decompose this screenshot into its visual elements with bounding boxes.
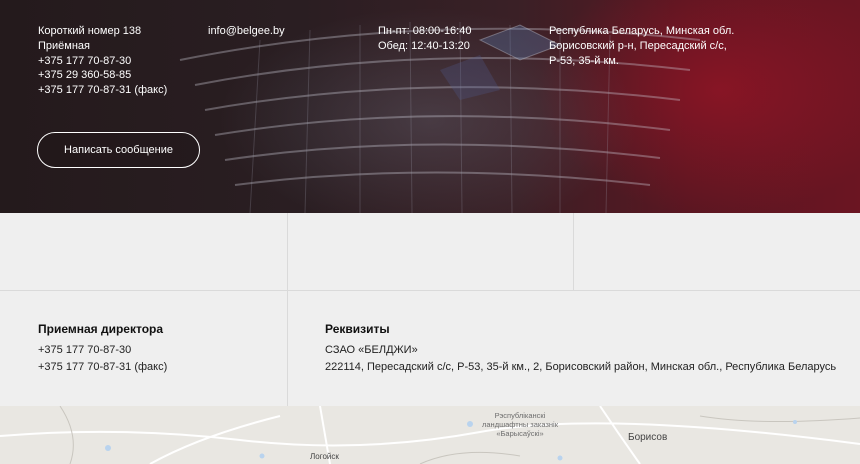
address-column: Республика Беларусь, Минская обл. Борисо… bbox=[549, 24, 734, 68]
director-title: Приемная директора bbox=[38, 322, 164, 336]
hours-column: Пн-пт: 08:00-16:40 Обед: 12:40-13:20 bbox=[378, 24, 471, 54]
location-map[interactable]: Рэспубліканскі ландшафтны заказнік «Бары… bbox=[0, 406, 860, 464]
reserve-label: Рэспубліканскі ландшафтны заказнік «Бары… bbox=[478, 411, 562, 438]
work-hours-text: Пн-пт: 08:00-16:40 bbox=[378, 25, 472, 37]
email-link[interactable]: info@belgee.by bbox=[208, 24, 285, 39]
reserve-label-line: «Барысаўскі» bbox=[496, 429, 544, 438]
lunch-hours-text: Обед: 12:40-13:20 bbox=[378, 39, 470, 52]
short-number-text: Короткий номер 138 bbox=[38, 25, 142, 37]
city-label-logoisk: Логойск bbox=[310, 452, 339, 461]
fax-text[interactable]: +375 177 70-87-31 (факс) bbox=[38, 359, 167, 376]
address-line: Борисовский р-н, Пересадский с/с, bbox=[549, 39, 727, 52]
divider bbox=[0, 290, 860, 291]
fax-text[interactable]: +375 177 70-87-31 (факс) bbox=[38, 83, 167, 98]
city-label-borisov: Борисов bbox=[628, 432, 668, 443]
address-line: Р-53, 35-й км. bbox=[549, 54, 619, 67]
phones-column: Короткий номер 138 Приёмная +375 177 70-… bbox=[38, 24, 167, 98]
company-address: 222114, Пересадский с/с, Р-53, 35-й км.,… bbox=[325, 360, 837, 373]
requisites-text: СЗАО «БЕЛДЖИ» 222114, Пересадский с/с, Р… bbox=[325, 342, 836, 375]
phone-link[interactable]: +375 177 70-87-30 bbox=[38, 54, 167, 69]
contacts-hero: Короткий номер 138 Приёмная +375 177 70-… bbox=[0, 0, 860, 213]
divider bbox=[287, 213, 288, 406]
address-line: Республика Беларусь, Минская обл. bbox=[549, 25, 735, 37]
email-column: info@belgee.by bbox=[208, 24, 285, 39]
reserve-label-line: ландшафтны заказнік bbox=[482, 420, 558, 429]
reserve-label-line: Рэспубліканскі bbox=[494, 411, 546, 420]
write-message-button[interactable]: Написать сообщение bbox=[37, 132, 200, 168]
company-name: СЗАО «БЕЛДЖИ» bbox=[325, 344, 418, 356]
divider bbox=[573, 213, 574, 291]
phone-link[interactable]: +375 29 360-58-85 bbox=[38, 68, 167, 83]
contacts-grid: Приемная директора +375 177 70-87-30 +37… bbox=[0, 213, 860, 406]
reception-label: Приёмная bbox=[38, 39, 90, 52]
requisites-title: Реквизиты bbox=[325, 322, 390, 336]
phone-link[interactable]: +375 177 70-87-30 bbox=[38, 342, 167, 359]
map-roads bbox=[0, 406, 860, 464]
director-phones: +375 177 70-87-30 +375 177 70-87-31 (фак… bbox=[38, 342, 167, 375]
